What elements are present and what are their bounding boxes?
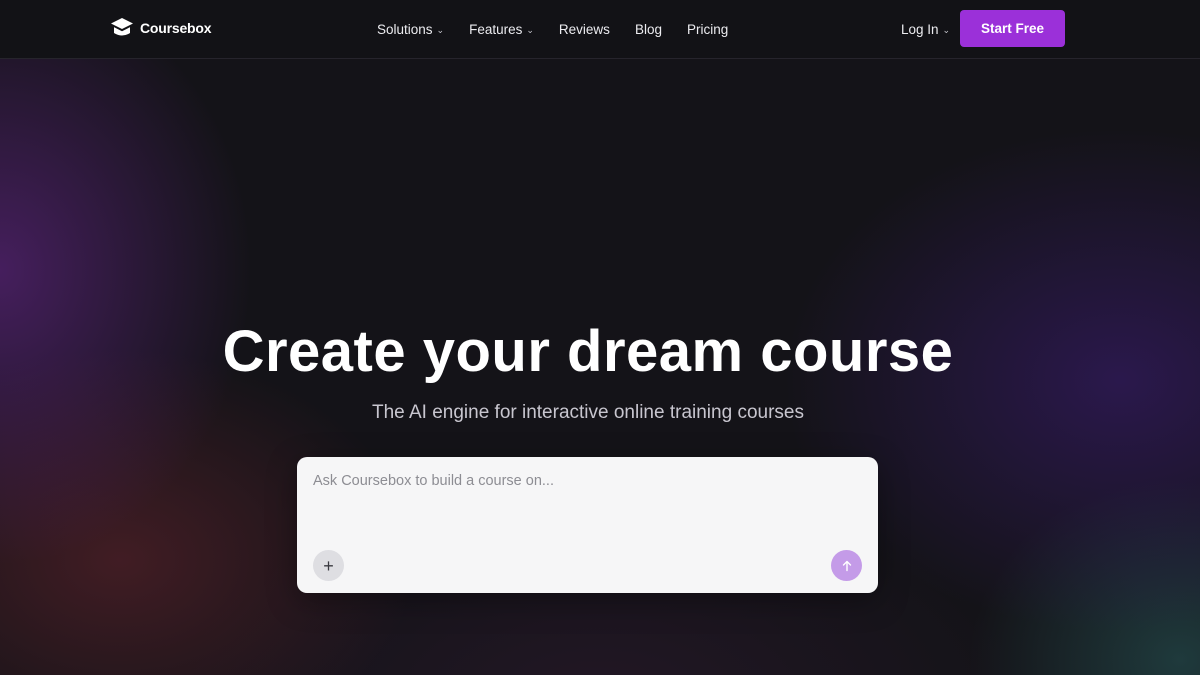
- nav-label: Reviews: [558, 21, 610, 37]
- add-attachment-button[interactable]: +: [313, 550, 344, 581]
- nav-label: Blog: [634, 21, 662, 37]
- page: Coursebox Solutions ⌄ Features ⌄ Reviews…: [0, 0, 1200, 675]
- start-free-button[interactable]: Start Free: [960, 10, 1065, 47]
- nav-pricing[interactable]: Pricing: [687, 22, 728, 37]
- brand-logo[interactable]: Coursebox: [110, 16, 212, 40]
- nav-solutions[interactable]: Solutions ⌄: [377, 22, 444, 37]
- chevron-down-icon: ⌄: [526, 24, 534, 35]
- nav-label: Features: [469, 21, 523, 37]
- main-nav: Solutions ⌄ Features ⌄ Reviews Blog Pric…: [377, 0, 728, 58]
- login-menu[interactable]: Log In ⌄: [901, 0, 950, 58]
- nav-features[interactable]: Features ⌄: [469, 22, 534, 37]
- graduation-cap-icon: [111, 18, 133, 36]
- chevron-down-icon: ⌄: [942, 24, 951, 35]
- course-prompt-box: +: [297, 457, 878, 593]
- brand-name: Coursebox: [140, 20, 212, 36]
- send-button[interactable]: [831, 550, 862, 581]
- chevron-down-icon: ⌄: [436, 24, 445, 35]
- plus-icon: +: [323, 555, 334, 576]
- hero-subtitle: The AI engine for interactive online tra…: [372, 402, 804, 423]
- arrow-up-icon: [842, 560, 851, 571]
- hero-title: Create your dream course: [222, 319, 954, 384]
- login-label: Log In: [901, 21, 939, 37]
- nav-blog[interactable]: Blog: [635, 22, 662, 37]
- nav-reviews[interactable]: Reviews: [559, 22, 610, 37]
- site-header: Coursebox Solutions ⌄ Features ⌄ Reviews…: [0, 0, 1200, 59]
- nav-label: Solutions: [377, 21, 433, 37]
- nav-label: Pricing: [686, 21, 729, 37]
- course-prompt-input[interactable]: [313, 473, 853, 533]
